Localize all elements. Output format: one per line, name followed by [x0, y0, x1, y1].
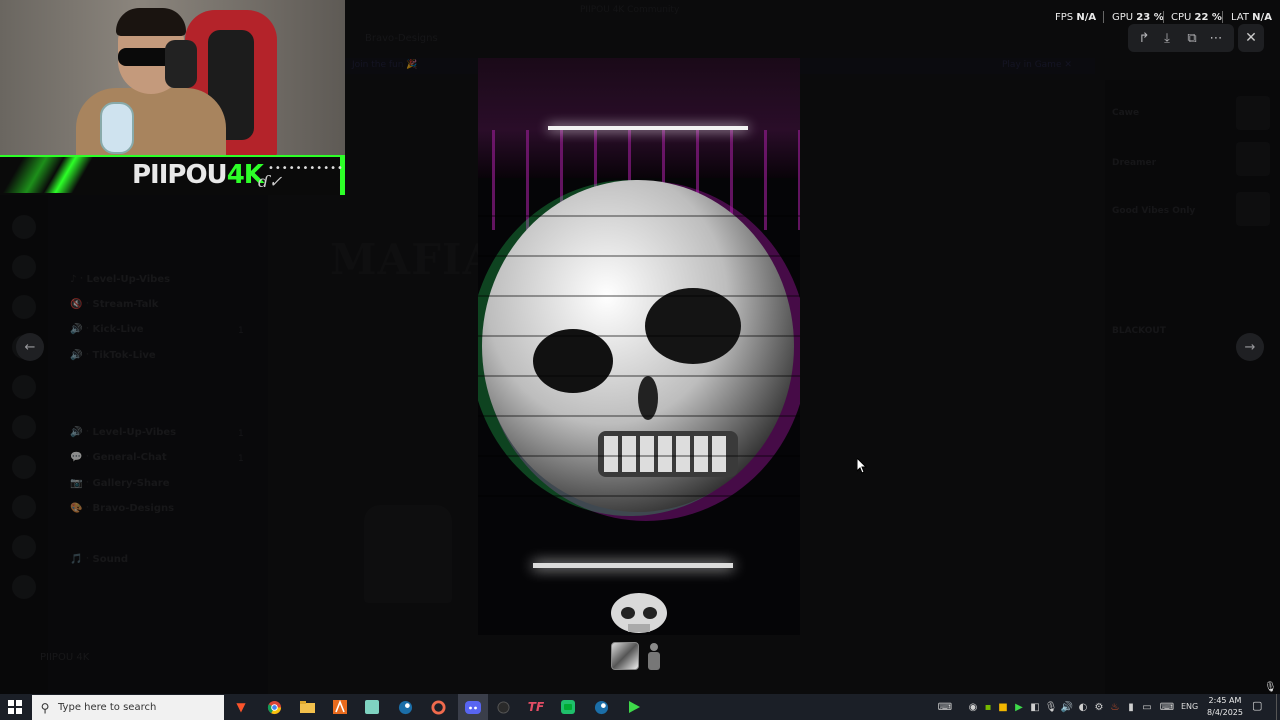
skull-thumbnail[interactable]	[610, 593, 668, 635]
keyboard-layout-icon[interactable]: ⌨	[1159, 701, 1175, 713]
webcam-overlay: PIIPOU4K •••••••••••• ɗ✓	[0, 0, 345, 195]
light-bar	[533, 563, 733, 568]
brave-browser-icon[interactable]: ▼	[230, 697, 252, 717]
input-language[interactable]: ENG	[1181, 702, 1198, 711]
arrow-right-icon[interactable]: →	[1236, 333, 1264, 361]
app-icon-orange[interactable]	[329, 697, 351, 717]
clock-date: 8/4/2025	[1207, 708, 1243, 717]
streamer-name: PIIPOU4K	[132, 160, 264, 190]
download-icon[interactable]: ⤓	[1156, 27, 1178, 49]
app-icon-dark[interactable]	[492, 697, 514, 717]
file-explorer-icon[interactable]	[296, 697, 318, 717]
steam-icon[interactable]	[590, 697, 612, 717]
hud-gpu: GPU 23 %	[1112, 12, 1164, 23]
nvidia-icon[interactable]: ▪	[982, 701, 994, 713]
microphone	[100, 102, 134, 154]
typeface-app-icon[interactable]: TF	[525, 697, 547, 717]
discord-tray-icon[interactable]: ◉	[967, 701, 979, 713]
settings-icon[interactable]: ⚙	[1093, 701, 1105, 713]
arrow-left-icon[interactable]: ←	[16, 333, 44, 361]
more-icon[interactable]: ⋯	[1205, 27, 1227, 49]
hud-fps: FPS N/A	[1055, 12, 1097, 23]
open-external-icon[interactable]: ⧉	[1181, 27, 1203, 49]
microphone-indicator-icon: 🎙	[1264, 682, 1277, 693]
attachment-thumbnail[interactable]	[644, 642, 664, 670]
mouse-cursor-icon	[857, 458, 867, 474]
taskbar-clock[interactable]: 2:45 AM 8/4/2025	[1204, 695, 1246, 719]
windows-start-icon[interactable]	[4, 697, 26, 717]
clock-time: 2:45 AM	[1208, 696, 1242, 705]
headset	[165, 40, 197, 88]
glitch-skull-art	[478, 180, 800, 521]
keyboard-icon[interactable]: ⌨	[937, 701, 953, 713]
steam-icon[interactable]	[394, 697, 416, 717]
show-desktop-button[interactable]	[1276, 694, 1280, 720]
signature: ɗ✓	[258, 172, 283, 191]
notes-app-icon[interactable]	[361, 697, 383, 717]
search-icon: ⚲	[40, 700, 50, 715]
play-app-icon[interactable]	[623, 697, 645, 717]
search-placeholder: Type here to search	[58, 702, 157, 713]
notification-icon[interactable]: ▢	[1252, 699, 1266, 713]
tray-app-icon[interactable]: ■	[997, 701, 1009, 713]
tray-app-icon[interactable]: ▶	[1013, 701, 1025, 713]
media-image[interactable]	[478, 58, 800, 635]
steam-tray-icon[interactable]: ◐	[1077, 701, 1089, 713]
volume-icon[interactable]: 🔊	[1061, 701, 1073, 713]
network-icon[interactable]: ▭	[1141, 701, 1153, 713]
taskbar-search-input[interactable]: ⚲ Type here to search	[32, 695, 224, 720]
tray-app-icon[interactable]: ♨	[1109, 701, 1121, 713]
light-bar	[548, 126, 748, 130]
battery-icon[interactable]: ▮	[1125, 701, 1137, 713]
app-icon-ring[interactable]	[427, 697, 449, 717]
hud-latency: LAT N/A	[1231, 12, 1272, 23]
hud-cpu: CPU 22 %	[1171, 12, 1222, 23]
tray-app-icon[interactable]: ◧	[1029, 701, 1041, 713]
discord-icon[interactable]	[462, 697, 484, 717]
attachment-thumbnail[interactable]	[611, 642, 639, 670]
close-icon[interactable]: ✕	[1238, 24, 1264, 52]
chrome-icon[interactable]	[263, 697, 285, 717]
microphone-icon[interactable]: 🎙	[1045, 701, 1058, 713]
forward-icon[interactable]: ↱	[1133, 27, 1155, 49]
screen: PIIPOU 4K Community Bravo-Designs Join t…	[0, 0, 1280, 720]
app-icon-green[interactable]	[557, 697, 579, 717]
